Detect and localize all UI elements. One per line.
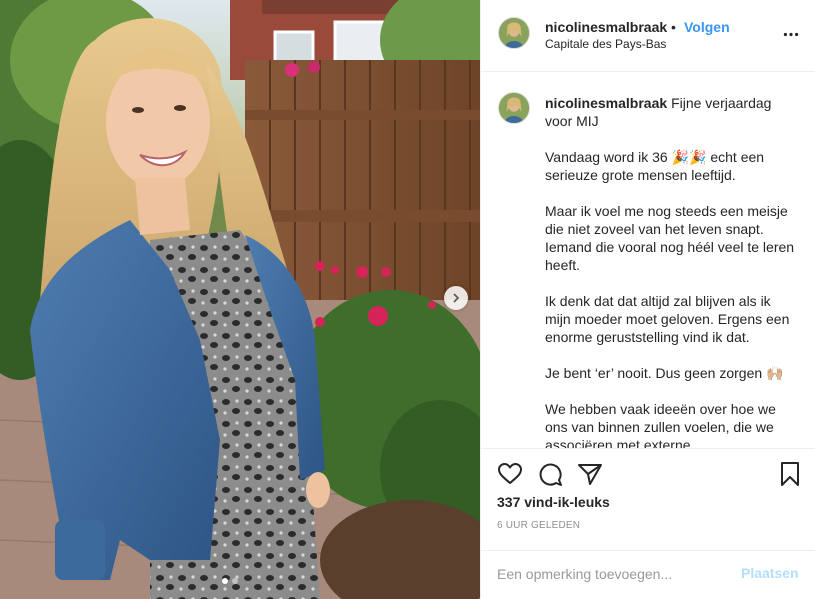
like-button[interactable]	[497, 461, 523, 487]
avatar-image	[499, 93, 529, 123]
follow-button[interactable]: Volgen	[684, 19, 730, 35]
share-icon	[578, 464, 602, 485]
avatar-image	[499, 18, 529, 48]
caption-avatar[interactable]	[498, 92, 530, 124]
likes-count[interactable]: 337 vind-ik-leuks	[497, 494, 610, 510]
comment-input[interactable]	[497, 564, 727, 584]
carousel-dot	[232, 578, 238, 584]
carousel-indicator	[222, 578, 238, 584]
caption-paragraph: Je bent ‘er’ nooit. Dus geen zorgen 🙌🏼	[545, 365, 784, 381]
post-timestamp[interactable]: 6 UUR GELEDEN	[497, 520, 580, 531]
more-options-button[interactable]	[781, 24, 801, 44]
post-photo[interactable]	[0, 0, 480, 599]
avatar[interactable]	[498, 17, 530, 49]
carousel-next-button[interactable]	[444, 286, 468, 310]
more-horizontal-icon	[783, 32, 799, 36]
post-comment-button[interactable]: Plaatsen	[741, 565, 799, 581]
save-button[interactable]	[777, 461, 803, 487]
photo-image	[0, 0, 480, 599]
bookmark-icon	[781, 462, 799, 486]
caption-paragraph: Ik denk dat dat altijd zal blijven als i…	[545, 293, 790, 345]
post-header: nicolinesmalbraak • Volgen Capitale des …	[481, 0, 815, 72]
comments-area[interactable]: nicolinesmalbraak Fijne verjaardag voor …	[481, 73, 815, 448]
caption-paragraph: Vandaag word ik 36 🎉🎉 echt een serieuze …	[545, 149, 765, 183]
post-caption: nicolinesmalbraak Fijne verjaardag voor …	[545, 94, 795, 448]
caption-paragraph: We hebben vaak ideeën over hoe we ons va…	[545, 401, 776, 448]
header-separator: •	[671, 19, 676, 35]
caption-username[interactable]: nicolinesmalbraak	[545, 95, 667, 111]
caption-first-line: nicolinesmalbraak Fijne verjaardag voor …	[545, 94, 795, 130]
add-comment-section: Plaatsen	[481, 550, 815, 599]
comment-button[interactable]	[537, 461, 563, 487]
share-button[interactable]	[577, 461, 603, 487]
location-link[interactable]: Capitale des Pays-Bas	[545, 37, 666, 51]
heart-icon	[498, 463, 522, 484]
post-actions: 337 vind-ik-leuks 6 UUR GELEDEN	[481, 448, 815, 550]
comment-icon	[539, 463, 562, 486]
chevron-right-icon	[453, 293, 460, 303]
carousel-dot-active	[222, 578, 228, 584]
header-username[interactable]: nicolinesmalbraak	[545, 19, 667, 35]
caption-paragraph: Maar ik voel me nog steeds een meisje di…	[545, 203, 795, 273]
post-side-panel: nicolinesmalbraak • Volgen Capitale des …	[480, 0, 815, 599]
